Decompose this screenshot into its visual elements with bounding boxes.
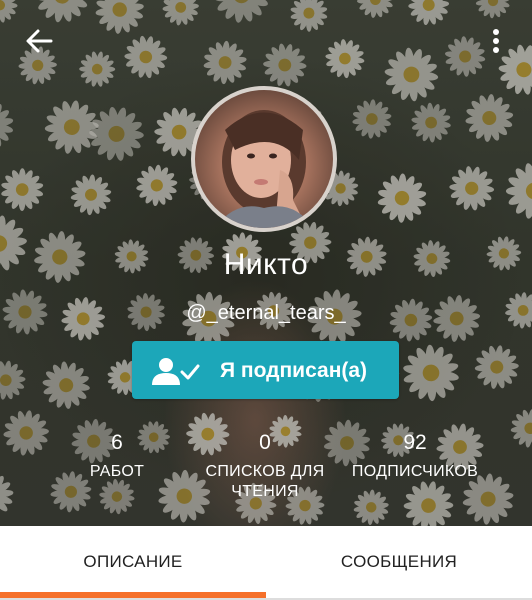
stat-works-value: 6	[111, 431, 123, 454]
user-check-icon	[152, 358, 200, 385]
stat-followers[interactable]: 92 ПОДПИСЧИКОВ	[340, 430, 490, 482]
profile-handle: @_eternal_tears_	[186, 302, 346, 324]
tab-description[interactable]: ОПИСАНИЕ	[0, 526, 266, 600]
stat-reading-lists-label-line2: ЧТЕНИЯ	[231, 483, 299, 500]
stat-reading-lists-label-line1: СПИСКОВ ДЛЯ	[205, 463, 325, 480]
follow-button[interactable]: Я подписан(а)	[132, 341, 399, 399]
avatar[interactable]	[191, 86, 337, 232]
more-options-button[interactable]	[484, 26, 508, 56]
profile-tabs: ОПИСАНИЕ СООБЩЕНИЯ	[0, 526, 532, 600]
stat-reading-lists[interactable]: 0 СПИСКОВ ДЛЯ ЧТЕНИЯ	[190, 430, 340, 502]
stat-followers-value: 92	[403, 431, 427, 454]
stat-followers-label: ПОДПИСЧИКОВ	[351, 463, 479, 480]
arrow-left-icon	[26, 29, 53, 53]
more-vertical-icon	[493, 29, 499, 53]
back-button[interactable]	[24, 26, 54, 56]
profile-header: Никто @_eternal_tears_ Я подписан(а) 6 Р…	[0, 0, 532, 526]
stat-reading-lists-value: 0	[259, 431, 271, 454]
follow-button-label: Я подписан(а)	[220, 359, 368, 382]
tab-messages[interactable]: СООБЩЕНИЯ	[266, 526, 532, 600]
stat-works[interactable]: 6 РАБОТ	[72, 430, 162, 482]
profile-name: Никто	[223, 248, 309, 281]
stat-reading-lists-label: СПИСКОВ ДЛЯ ЧТЕНИЯ	[190, 462, 340, 502]
stat-works-label: РАБОТ	[89, 463, 145, 480]
profile-photo	[215, 110, 313, 228]
